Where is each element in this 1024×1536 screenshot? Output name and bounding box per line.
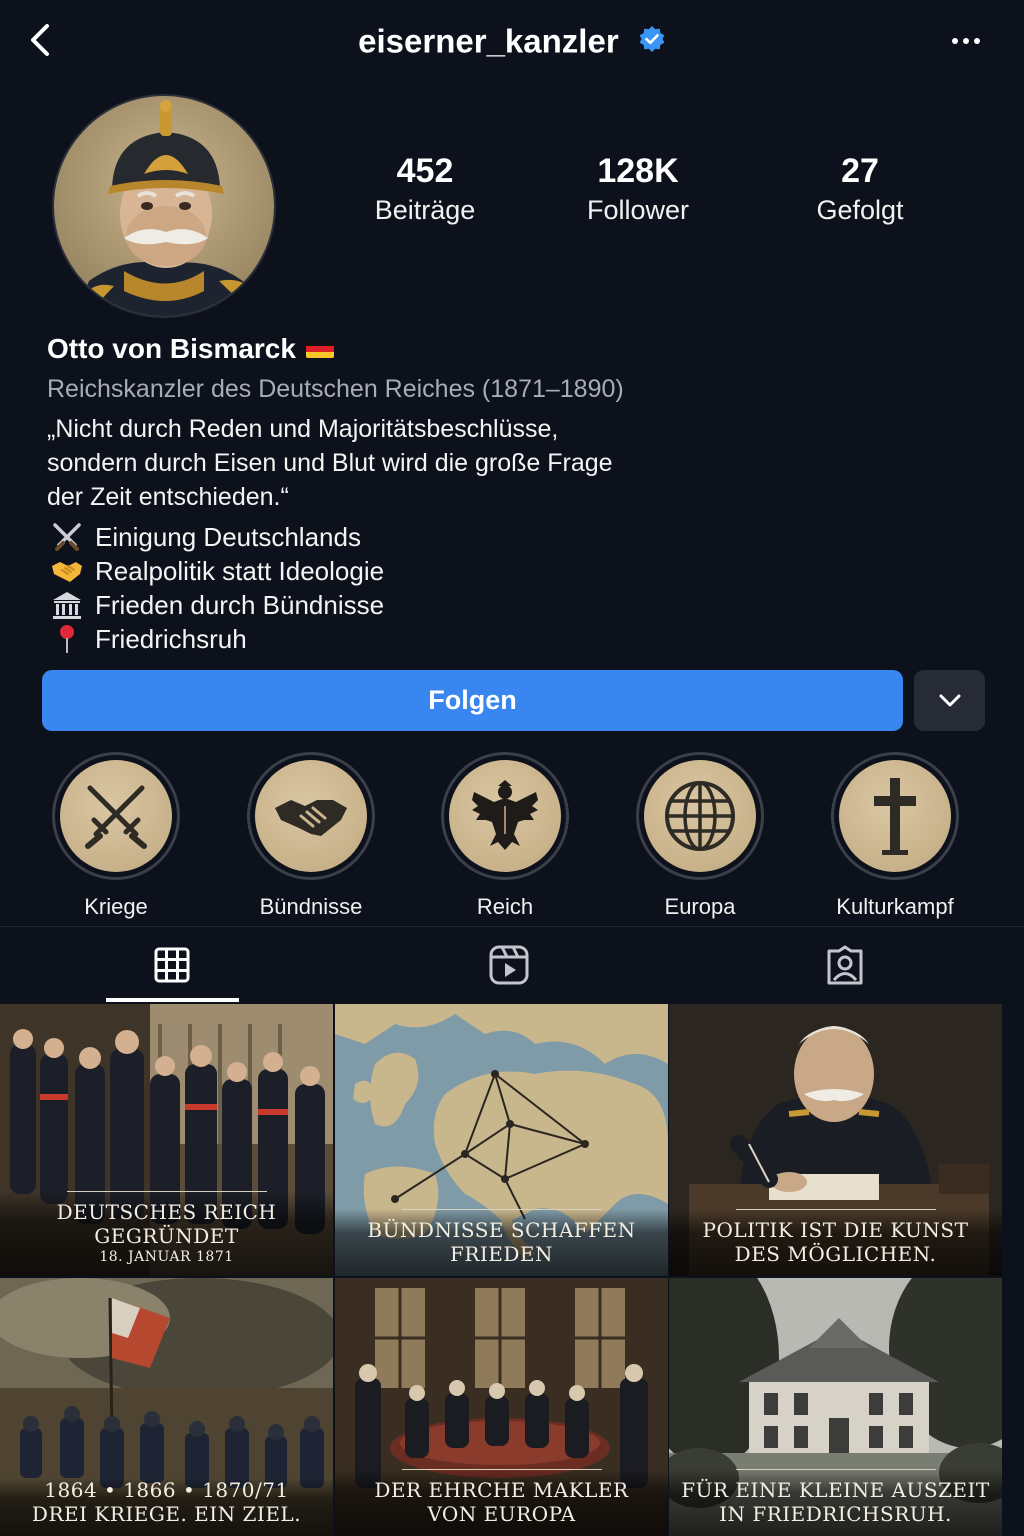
post-caption-line: BÜNDNISSE SCHAFFEN — [367, 1218, 636, 1242]
post-tile[interactable]: POLITIK IST DIE KUNST DES MÖGLICHEN. — [669, 1004, 1002, 1276]
profile-tabs — [0, 927, 1024, 1003]
bio-bullet-text: Frieden durch Bündnisse — [95, 589, 385, 620]
post-tile[interactable]: FÜR EINE KLEINE AUSZEIT IN FRIEDRICHSRUH… — [669, 1278, 1002, 1536]
post-tile[interactable]: 1864 • 1866 • 1870/71 DREI KRIEGE. EIN Z… — [0, 1278, 333, 1536]
highlight-buendnisse[interactable]: Bündnisse — [226, 752, 396, 920]
post-caption: DER EHRCHE MAKLER VON EUROPA — [335, 1469, 668, 1536]
stat-following[interactable]: 27 Gefolgt — [760, 150, 960, 228]
bio-bullet: Friedrichsruh — [47, 622, 747, 656]
username: eiserner_kanzler — [358, 22, 619, 60]
post-caption: BÜNDNISSE SCHAFFEN FRIEDEN — [335, 1209, 668, 1276]
active-tab-indicator — [106, 998, 239, 1002]
german-flag-icon — [305, 340, 334, 358]
post-caption-line: GEGRÜNDET — [94, 1224, 239, 1248]
crossed-swords-icon — [85, 785, 147, 849]
post-tile[interactable]: DEUTSCHES REICH GEGRÜNDET 18. JANUAR 187… — [0, 1004, 333, 1276]
stat-posts-label: Beiträge — [374, 195, 476, 225]
globe-icon — [665, 781, 735, 851]
handshake-icon — [275, 800, 347, 836]
bio-bullet-text: Friedrichsruh — [95, 623, 247, 654]
bio-bullet-text: Einigung Deutschlands — [95, 521, 361, 552]
highlight-label: Kriege — [84, 894, 148, 919]
post-caption-line: POLITIK IST DIE KUNST — [702, 1218, 969, 1242]
post-caption: POLITIK IST DIE KUNST DES MÖGLICHEN. — [669, 1209, 1002, 1276]
profile-name: Otto von Bismarck — [47, 333, 296, 364]
grid-icon — [154, 947, 190, 983]
chevron-down-icon — [939, 694, 960, 706]
post-tile[interactable]: DER EHRCHE MAKLER VON EUROPA — [335, 1278, 668, 1536]
quote-line: der Zeit entschieden.“ — [47, 483, 289, 511]
post-caption-line: IN FRIEDRICHSRUH. — [719, 1502, 952, 1526]
stat-followers[interactable]: 128K Follower — [538, 150, 738, 228]
pin-icon — [47, 623, 87, 655]
post-tile[interactable]: BÜNDNISSE SCHAFFEN FRIEDEN — [335, 1004, 668, 1276]
verified-badge-icon — [639, 26, 665, 53]
suggested-accounts-button[interactable] — [914, 670, 985, 731]
bio-bullet: Realpolitik statt Ideologie — [47, 554, 747, 588]
tab-tagged[interactable] — [675, 927, 1015, 1003]
highlight-label: Reich — [476, 894, 534, 919]
post-caption-line: DEUTSCHES REICH — [56, 1200, 277, 1224]
more-horizontal-icon — [952, 38, 980, 44]
post-caption: FÜR EINE KLEINE AUSZEIT IN FRIEDRICHSRUH… — [669, 1469, 1002, 1536]
highlight-kriege[interactable]: Kriege — [31, 752, 201, 920]
handshake-icon — [47, 555, 87, 587]
eagle-icon — [472, 780, 538, 850]
highlight-reich[interactable]: Reich — [420, 752, 590, 920]
post-caption-line: 18. JANUAR 1871 — [99, 1249, 234, 1265]
follow-button[interactable]: Folgen — [42, 670, 903, 731]
tagged-user-icon — [827, 945, 863, 985]
stat-posts-value: 452 — [396, 152, 454, 190]
bio-bullet-text: Realpolitik statt Ideologie — [95, 555, 385, 586]
post-caption-line: 1864 • 1866 • 1870/71 — [44, 1478, 289, 1502]
classical-building-icon — [47, 589, 87, 621]
post-caption-line: DES MÖGLICHEN. — [734, 1242, 937, 1266]
profile-username-header: eiserner_kanzler — [0, 20, 1024, 60]
tab-reels[interactable] — [339, 927, 679, 1003]
profile-avatar[interactable] — [52, 94, 276, 318]
profile-stats: 452 Beiträge 128K Follower 27 Gefolgt — [320, 150, 980, 240]
post-caption-line: DER EHRCHE MAKLER — [374, 1478, 629, 1502]
post-caption-line: FÜR EINE KLEINE AUSZEIT — [681, 1478, 990, 1502]
highlight-europa[interactable]: Europa — [615, 752, 785, 920]
story-highlights: Kriege Bündnisse Reich Europa Kulturkamp… — [0, 752, 1024, 922]
post-caption-line: FRIEDEN — [449, 1242, 554, 1266]
post-caption-line: VON EUROPA — [427, 1502, 576, 1526]
highlight-label: Bündnisse — [259, 894, 363, 919]
tab-posts[interactable] — [2, 927, 342, 1003]
stat-following-value: 27 — [841, 152, 879, 190]
stat-followers-label: Follower — [586, 195, 690, 225]
bio-bullet: Einigung Deutschlands — [47, 520, 747, 554]
post-caption: DEUTSCHES REICH GEGRÜNDET 18. JANUAR 187… — [0, 1191, 333, 1276]
more-options-button[interactable] — [946, 26, 986, 56]
crossed-swords-icon — [47, 521, 87, 553]
highlight-label: Europa — [664, 894, 736, 919]
stat-following-label: Gefolgt — [816, 195, 904, 225]
post-grid: DEUTSCHES REICH GEGRÜNDET 18. JANUAR 187… — [0, 1004, 1024, 1536]
cross-icon — [874, 778, 916, 855]
quote-line: sondern durch Eisen und Blut wird die gr… — [47, 449, 613, 477]
profile-subtitle: Reichskanzler des Deutschen Reiches (187… — [47, 375, 624, 403]
post-caption-line: DREI KRIEGE. EIN ZIEL. — [31, 1502, 302, 1526]
bio-bullets: Einigung Deutschlands Realpolitik statt … — [47, 520, 747, 656]
reels-icon — [489, 945, 529, 985]
stat-posts[interactable]: 452 Beiträge — [325, 150, 525, 228]
highlight-kulturkampf[interactable]: Kulturkampf — [810, 752, 980, 920]
profile-bio: Otto von Bismarck Reichskanzler des Deut… — [47, 330, 747, 656]
profile-name-row: Otto von Bismarck — [47, 330, 747, 368]
quote-line: „Nicht durch Reden und Majoritätsbeschlü… — [47, 415, 559, 443]
post-caption: 1864 • 1866 • 1870/71 DREI KRIEGE. EIN Z… — [0, 1478, 333, 1536]
profile-quote: „Nicht durch Reden und Majoritätsbeschlü… — [47, 412, 747, 514]
bio-bullet: Frieden durch Bündnisse — [47, 588, 747, 622]
top-bar: eiserner_kanzler — [0, 0, 1024, 84]
stat-followers-value: 128K — [597, 152, 679, 190]
highlight-label: Kulturkampf — [836, 894, 954, 919]
